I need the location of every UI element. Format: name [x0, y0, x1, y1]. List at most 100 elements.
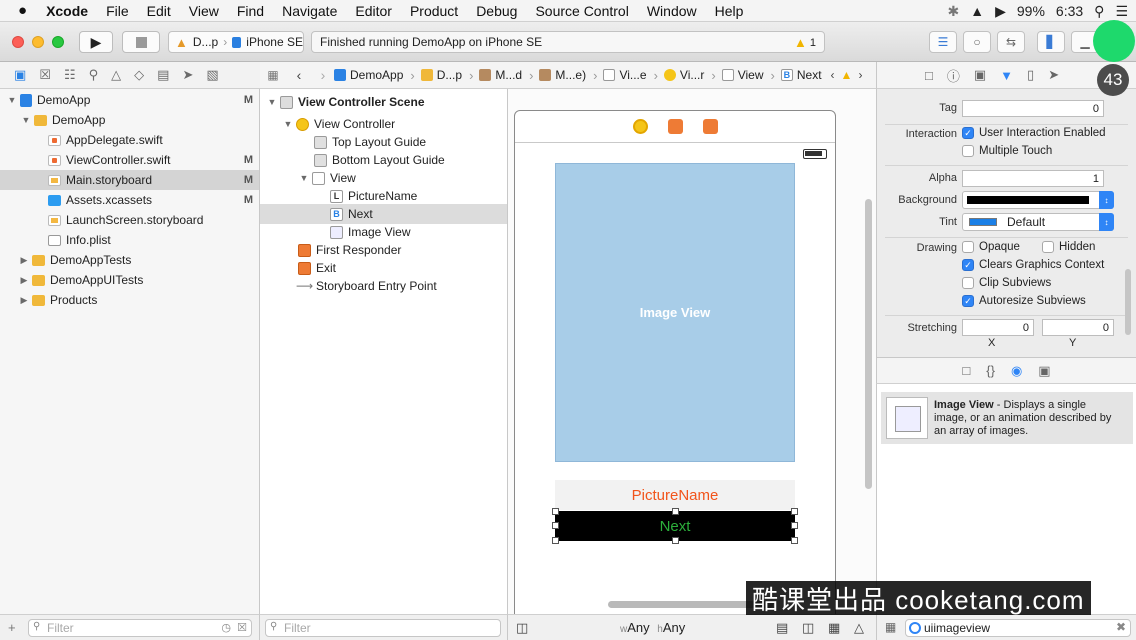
menu-edit[interactable]: Edit [138, 3, 180, 19]
multiple-touch-checkbox[interactable]: Multiple Touch [962, 145, 1052, 157]
size-class-control[interactable]: wAny hAny [620, 620, 685, 635]
resize-handle[interactable] [552, 537, 559, 544]
resize-handle[interactable] [672, 537, 679, 544]
clock[interactable]: 6:33 [1056, 3, 1083, 19]
nav-row-group[interactable]: ▼ DemoApp [0, 110, 259, 130]
outline-row-bottom-layout-guide[interactable]: Bottom Layout Guide [260, 150, 507, 170]
exit-dock-icon[interactable] [702, 119, 718, 134]
image-view[interactable]: Image View [555, 163, 795, 462]
related-items-icon[interactable]: ▦ [260, 68, 286, 82]
size-inspector-icon[interactable]: ▯ [1027, 67, 1034, 83]
jump-item-storyboard[interactable]: M...d [479, 68, 522, 82]
interface-builder-canvas[interactable]: Image View PictureName Next [508, 89, 876, 614]
identity-inspector-icon[interactable]: ▣ [974, 67, 986, 83]
code-snippet-library-icon[interactable]: {} [986, 363, 995, 378]
nav-row-group[interactable]: ▶ DemoAppUITests [0, 270, 259, 290]
notification-center-icon[interactable]: ☰ [1115, 3, 1128, 20]
outline-row-scene[interactable]: ▼ View Controller Scene [260, 92, 507, 112]
navigator-filter-input[interactable]: ⚲ Filter ◷ ☒ [28, 619, 252, 637]
quick-help-icon[interactable]: ⓘ [947, 66, 960, 85]
issue-navigator-icon[interactable]: △ [111, 67, 121, 83]
jump-item-localization[interactable]: M...e) [539, 68, 586, 82]
jump-item-next[interactable]: B Next [780, 68, 822, 82]
jump-item-group[interactable]: D...p [420, 68, 462, 82]
media-library-icon[interactable]: ▣ [1038, 363, 1050, 379]
volume-icon[interactable]: ▶ [995, 3, 1006, 20]
disclosure-open-icon[interactable]: ▼ [20, 115, 32, 125]
minimize-window-button[interactable] [32, 36, 44, 48]
stop-button[interactable] [122, 31, 160, 53]
version-editor-button[interactable]: ⇆ [997, 31, 1025, 53]
apple-menu-icon[interactable]: ● [0, 2, 37, 19]
resize-handle[interactable] [791, 508, 798, 515]
nav-row-file[interactable]: ViewController.swift M [0, 150, 259, 170]
nav-row-file[interactable]: AppDelegate.swift [0, 130, 259, 150]
disclosure-open-icon[interactable]: ▼ [266, 97, 278, 107]
warning-indicator[interactable]: ▲ 1 [794, 35, 816, 50]
nav-row-file[interactable]: Assets.xcassets M [0, 190, 259, 210]
issue-back-icon[interactable]: ‹ [831, 68, 835, 82]
stretch-y-field[interactable]: 0 [1042, 319, 1114, 336]
jump-item-scene[interactable]: Vi...e [603, 68, 647, 82]
test-navigator-icon[interactable]: ◇ [134, 67, 144, 83]
opaque-checkbox[interactable]: Opaque [962, 241, 1020, 253]
resize-handle[interactable] [791, 537, 798, 544]
resize-handle[interactable] [791, 522, 798, 529]
menu-product[interactable]: Product [401, 3, 467, 19]
source-control-navigator-icon[interactable]: ☒ [39, 67, 51, 83]
breakpoint-navigator-icon[interactable]: ➤ [182, 67, 193, 83]
nav-row-group[interactable]: ▶ DemoAppTests [0, 250, 259, 270]
outline-row-label[interactable]: L PictureName [260, 186, 507, 206]
jump-item-project[interactable]: DemoApp [334, 68, 403, 82]
outline-row-top-layout-guide[interactable]: Top Layout Guide [260, 132, 507, 152]
vertical-scrollbar[interactable] [865, 199, 872, 489]
scm-filter-icon[interactable]: ☒ [237, 621, 247, 634]
menu-app-xcode[interactable]: Xcode [37, 3, 97, 19]
library-item-image-view[interactable]: Image View - Displays a single image, or… [881, 392, 1133, 444]
disclosure-open-icon[interactable]: ▼ [6, 95, 18, 105]
first-responder-dock-icon[interactable] [667, 119, 683, 134]
tag-field[interactable]: 0 [962, 100, 1104, 117]
nav-row-file[interactable]: LaunchScreen.storyboard [0, 210, 259, 230]
menu-editor[interactable]: Editor [346, 3, 401, 19]
wifi-icon[interactable]: ▲ [970, 3, 984, 19]
menu-window[interactable]: Window [638, 3, 706, 19]
clears-graphics-checkbox[interactable]: ✓ Clears Graphics Context [962, 259, 1104, 271]
disclosure-open-icon[interactable]: ▼ [282, 119, 294, 129]
autoresize-checkbox[interactable]: ✓ Autoresize Subviews [962, 295, 1086, 307]
warning-icon[interactable]: ▲ [841, 68, 853, 82]
outline-row-entry-point[interactable]: ⟶ Storyboard Entry Point [260, 276, 507, 296]
grid-view-icon[interactable]: ▦ [885, 620, 896, 634]
clip-subviews-checkbox[interactable]: Clip Subviews [962, 277, 1051, 289]
disclosure-closed-icon[interactable]: ▶ [18, 255, 30, 266]
zoom-window-button[interactable] [52, 36, 64, 48]
run-button[interactable]: ▶ [79, 31, 113, 53]
object-library-icon[interactable]: ◉ [1011, 363, 1022, 379]
library-filter-input[interactable]: uiimageview ✖ [905, 619, 1131, 637]
report-navigator-icon[interactable]: ▧ [206, 67, 218, 83]
file-inspector-icon[interactable]: □ [925, 68, 933, 83]
nav-row-group[interactable]: ▶ Products [0, 290, 259, 310]
resize-handle[interactable] [672, 508, 679, 515]
file-template-library-icon[interactable]: □ [962, 363, 970, 378]
project-navigator-icon[interactable]: ▣ [14, 67, 26, 83]
scheme-selector[interactable]: ▲ D...p › iPhone SE [168, 31, 304, 53]
debug-navigator-icon[interactable]: ▤ [157, 67, 169, 83]
attributes-inspector-icon[interactable]: ▼ [1000, 68, 1013, 83]
align-icon[interactable]: ◫ [802, 620, 814, 636]
outline-row-view-controller[interactable]: ▼ View Controller [260, 114, 507, 134]
outline-filter-input[interactable]: ⚲ Filter [265, 619, 501, 637]
nav-row-project[interactable]: ▼ DemoApp M [0, 90, 259, 110]
clear-icon[interactable]: ✖ [1116, 620, 1126, 634]
disclosure-closed-icon[interactable]: ▶ [18, 275, 30, 286]
menu-find[interactable]: Find [228, 3, 273, 19]
close-window-button[interactable] [12, 36, 24, 48]
menu-navigate[interactable]: Navigate [273, 3, 346, 19]
forward-arrow-icon[interactable]: › [312, 67, 334, 83]
disclosure-open-icon[interactable]: ▼ [298, 173, 310, 183]
symbol-navigator-icon[interactable]: ☷ [64, 67, 76, 83]
view-controller-scene[interactable]: Image View PictureName Next [514, 110, 836, 614]
issue-forward-icon[interactable]: › [858, 68, 862, 82]
outline-row-exit[interactable]: Exit [260, 258, 507, 278]
pin-icon[interactable]: ▦ [828, 620, 840, 636]
